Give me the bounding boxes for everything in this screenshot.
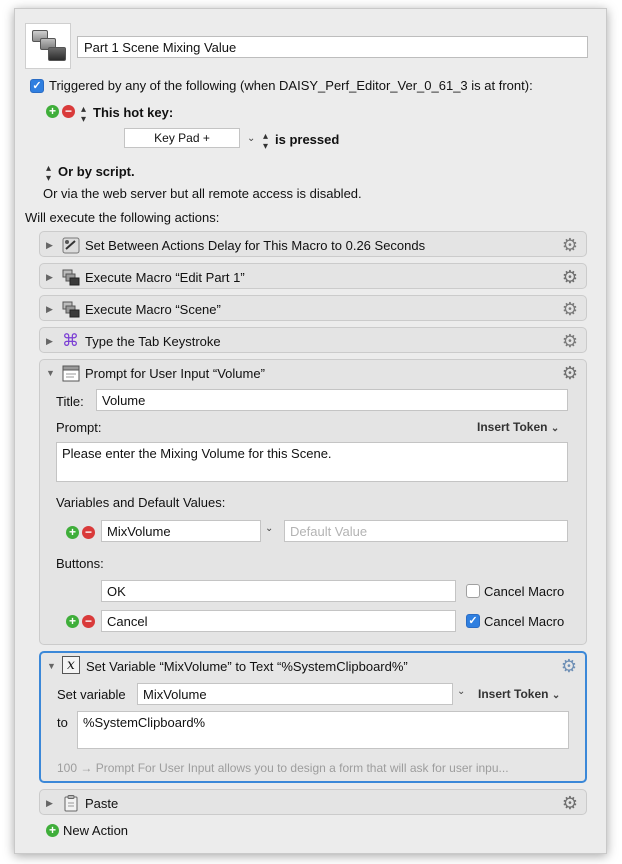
remove-variable-button[interactable]: − [82, 526, 95, 539]
disclosure-triangle-icon[interactable]: ▼ [47, 661, 56, 671]
macro-name-field[interactable]: Part 1 Scene Mixing Value [77, 36, 588, 58]
disclosure-triangle-icon[interactable]: ▶ [46, 272, 53, 283]
action-set-delay[interactable]: ▶ Set Between Actions Delay for This Mac… [39, 231, 587, 257]
gear-icon[interactable]: ⚙ [562, 332, 578, 350]
set-variable-value-field[interactable]: %SystemClipboard% [77, 711, 569, 749]
execute-macro-icon [62, 301, 80, 318]
macro-icon[interactable] [25, 23, 71, 69]
trigger-label: Triggered by any of the following (when … [49, 78, 533, 93]
action-title: Type the Tab Keystroke [85, 334, 221, 349]
trigger-type-updown-icon[interactable]: ▴ ▾ [81, 105, 86, 125]
gear-clock-icon[interactable]: ⚙ [562, 364, 578, 382]
command-key-icon: ⌘ [62, 331, 79, 350]
default-value-field[interactable]: Default Value [284, 520, 568, 542]
web-server-label: Or via the web server but all remote acc… [43, 186, 362, 201]
disclosure-triangle-icon[interactable]: ▶ [46, 240, 53, 251]
action-hint-text: 100 → Prompt For User Input allows you t… [57, 761, 509, 775]
gear-icon[interactable]: ⚙ [562, 300, 578, 318]
hotkey-state-updown-icon[interactable]: ▴ ▾ [263, 132, 268, 152]
add-trigger-button[interactable]: + [46, 105, 59, 118]
action-set-variable[interactable]: ▼ 𝑥 Set Variable “MixVolume” to Text “%S… [39, 651, 587, 783]
actions-header: Will execute the following actions: [25, 210, 220, 225]
gear-icon[interactable]: ⚙ [562, 236, 578, 254]
action-type-keystroke[interactable]: ▶ ⌘ Type the Tab Keystroke ⚙ [39, 327, 587, 353]
script-updown-icon[interactable]: ▴ ▾ [46, 164, 51, 184]
button-ok-field[interactable]: OK [101, 580, 456, 602]
to-label: to [57, 715, 68, 730]
gear-icon[interactable]: ⚙ [561, 657, 577, 675]
execute-macro-icon [62, 269, 80, 286]
action-execute-macro-scene[interactable]: ▶ Execute Macro “Scene” ⚙ [39, 295, 587, 321]
disclosure-triangle-icon[interactable]: ▶ [46, 798, 53, 809]
hotkey-dropdown-chevron-icon[interactable]: ⌄ [247, 133, 255, 144]
cancel-macro-label: Cancel Macro [484, 584, 565, 599]
cancel-macro-checkbox-cancel[interactable]: ✓ [466, 614, 480, 628]
action-title: Prompt for User Input “Volume” [85, 366, 265, 381]
action-title: Execute Macro “Edit Part 1” [85, 270, 245, 285]
clipboard-icon [64, 795, 78, 812]
prompt-label: Prompt: [56, 420, 102, 435]
new-action-add-icon[interactable]: + [46, 824, 59, 837]
remove-button-button[interactable]: − [82, 615, 95, 628]
add-button-button[interactable]: + [66, 615, 79, 628]
action-paste[interactable]: ▶ Paste ⚙ [39, 789, 587, 815]
prompt-text-area[interactable]: Please enter the Mixing Volume for this … [56, 442, 568, 482]
action-title: Set Variable “MixVolume” to Text “%Syste… [86, 659, 408, 674]
variable-x-icon: 𝑥 [62, 656, 80, 674]
insert-token-menu[interactable]: Insert Token ⌄ [477, 420, 559, 434]
action-execute-macro-edit-part[interactable]: ▶ Execute Macro “Edit Part 1” ⚙ [39, 263, 587, 289]
action-prompt-user-input[interactable]: ▼ Prompt for User Input “Volume” ⚙ Title… [39, 359, 587, 645]
action-title: Set Between Actions Delay for This Macro… [85, 238, 426, 253]
cancel-macro-label: Cancel Macro [484, 614, 565, 629]
set-variable-label: Set variable [57, 687, 126, 702]
prompt-title-field[interactable]: Volume [96, 389, 568, 411]
gear-clock-icon[interactable]: ⚙ [562, 794, 578, 812]
action-title: Execute Macro “Scene” [85, 302, 221, 317]
set-variable-name-field[interactable]: MixVolume [137, 683, 453, 705]
variable-name-field[interactable]: MixVolume [101, 520, 261, 542]
add-variable-button[interactable]: + [66, 526, 79, 539]
macro-editor-window: Part 1 Scene Mixing Value ✓ Triggered by… [14, 8, 607, 854]
hotkey-state-label[interactable]: is pressed [275, 132, 339, 147]
hotkey-field[interactable]: Key Pad + [124, 128, 240, 148]
remove-trigger-button[interactable]: − [62, 105, 75, 118]
variables-label: Variables and Default Values: [56, 495, 226, 510]
insert-token-menu[interactable]: Insert Token ⌄ [478, 687, 560, 701]
disclosure-triangle-icon[interactable]: ▶ [46, 304, 53, 315]
script-trigger-label[interactable]: Or by script. [58, 164, 135, 179]
hotkey-label: This hot key: [93, 105, 174, 120]
variable-dropdown-chevron-icon[interactable]: ⌄ [265, 523, 273, 534]
title-label: Title: [56, 394, 84, 409]
buttons-label: Buttons: [56, 556, 104, 571]
disclosure-triangle-icon[interactable]: ▼ [46, 368, 55, 378]
action-title: Paste [85, 796, 119, 811]
gear-clock-icon[interactable]: ⚙ [562, 268, 578, 286]
new-action-button[interactable]: New Action [63, 823, 128, 838]
set-variable-dropdown-chevron-icon[interactable]: ⌄ [457, 686, 465, 697]
prompt-window-icon [62, 365, 80, 382]
trigger-checkbox[interactable]: ✓ [30, 79, 44, 93]
disclosure-triangle-icon[interactable]: ▶ [46, 336, 53, 347]
button-cancel-field[interactable]: Cancel [101, 610, 456, 632]
delay-action-icon [62, 237, 80, 254]
cancel-macro-checkbox-ok[interactable] [466, 584, 480, 598]
